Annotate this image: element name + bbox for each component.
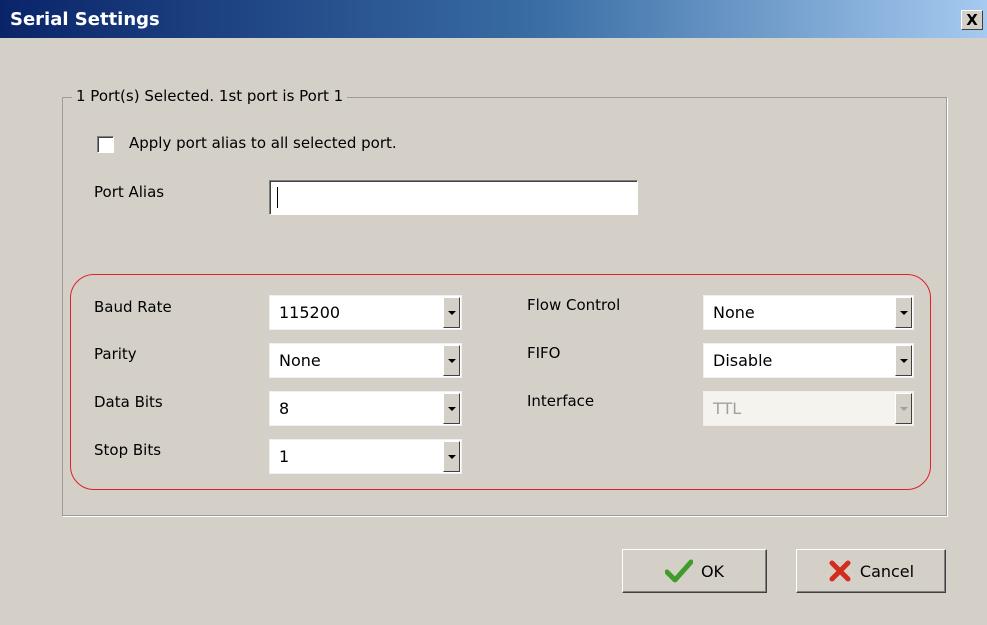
stop-bits-select[interactable]: 1 — [269, 439, 462, 474]
interface-value: TTL — [713, 399, 742, 418]
group-legend: 1 Port(s) Selected. 1st port is Port 1 — [72, 87, 348, 105]
text-caret — [277, 187, 278, 208]
chevron-down-icon[interactable] — [895, 345, 912, 376]
port-alias-input[interactable] — [269, 180, 638, 215]
apply-alias-checkbox[interactable] — [97, 136, 114, 153]
baud-rate-select[interactable]: 115200 — [269, 295, 462, 330]
x-mark-icon — [828, 559, 852, 583]
cancel-label: Cancel — [859, 561, 915, 581]
flow-control-select[interactable]: None — [703, 295, 914, 330]
fifo-select[interactable]: Disable — [703, 343, 914, 378]
title-bar: Serial Settings X — [0, 0, 987, 38]
data-bits-select[interactable]: 8 — [269, 391, 462, 426]
chevron-down-icon[interactable] — [443, 345, 460, 376]
chevron-down-icon — [895, 393, 912, 424]
data-bits-value: 8 — [279, 399, 290, 418]
window-title: Serial Settings — [10, 9, 160, 30]
port-alias-label: Port Alias — [94, 183, 165, 201]
flow-control-value: None — [713, 303, 755, 322]
chevron-down-icon[interactable] — [895, 297, 912, 328]
cancel-button[interactable]: Cancel — [796, 549, 946, 593]
baud-rate-value: 115200 — [279, 303, 341, 322]
fifo-value: Disable — [713, 351, 773, 370]
chevron-down-icon[interactable] — [443, 441, 460, 472]
close-icon: X — [966, 10, 978, 29]
parity-value: None — [279, 351, 321, 370]
ok-button[interactable]: OK — [622, 549, 767, 593]
ok-label: OK — [700, 561, 725, 581]
interface-select: TTL — [703, 391, 914, 426]
chevron-down-icon[interactable] — [443, 393, 460, 424]
check-icon — [664, 559, 693, 583]
interface-label: Interface — [527, 392, 595, 410]
close-button[interactable]: X — [961, 10, 983, 30]
stop-bits-label: Stop Bits — [94, 441, 162, 459]
fifo-label: FIFO — [527, 344, 561, 362]
baud-rate-label: Baud Rate — [94, 298, 172, 316]
flow-control-label: Flow Control — [527, 296, 621, 314]
data-bits-label: Data Bits — [94, 393, 163, 411]
apply-alias-label[interactable]: Apply port alias to all selected port. — [129, 134, 397, 152]
chevron-down-icon[interactable] — [443, 297, 460, 328]
stop-bits-value: 1 — [279, 447, 290, 466]
parity-select[interactable]: None — [269, 343, 462, 378]
parity-label: Parity — [94, 345, 137, 363]
